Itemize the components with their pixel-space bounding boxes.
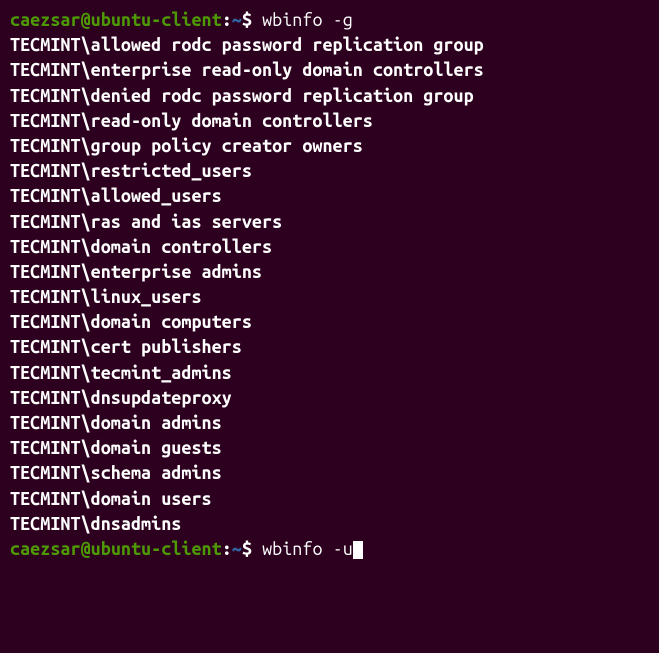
prompt-colon: : — [222, 10, 232, 30]
output-line: TECMINT\domain admins — [10, 411, 649, 436]
prompt-dollar: $ — [242, 539, 262, 559]
prompt-dollar: $ — [242, 10, 262, 30]
prompt-path: ~ — [232, 539, 242, 559]
output-line: TECMINT\enterprise admins — [10, 260, 649, 285]
prompt-line-1: caezsar@ubuntu-client:~$ wbinfo -g — [10, 8, 649, 33]
output-line: TECMINT\tecmint_admins — [10, 361, 649, 386]
prompt-userhost: caezsar@ubuntu-client — [10, 539, 222, 559]
output-line: TECMINT\restricted_users — [10, 159, 649, 184]
output-line: TECMINT\allowed rodc password replicatio… — [10, 33, 649, 58]
output-line: TECMINT\cert publishers — [10, 335, 649, 360]
output-line: TECMINT\ras and ias servers — [10, 210, 649, 235]
output-line: TECMINT\domain computers — [10, 310, 649, 335]
output-line: TECMINT\allowed_users — [10, 184, 649, 209]
output-line: TECMINT\domain guests — [10, 436, 649, 461]
output-line: TECMINT\dnsupdateproxy — [10, 386, 649, 411]
prompt-colon: : — [222, 539, 232, 559]
prompt-path: ~ — [232, 10, 242, 30]
output-line: TECMINT\linux_users — [10, 285, 649, 310]
prompt-userhost: caezsar@ubuntu-client — [10, 10, 222, 30]
prompt-line-2: caezsar@ubuntu-client:~$ wbinfo -u — [10, 537, 649, 562]
terminal-window[interactable]: caezsar@ubuntu-client:~$ wbinfo -g TECMI… — [10, 8, 649, 562]
output-line: TECMINT\domain users — [10, 487, 649, 512]
output-line: TECMINT\domain controllers — [10, 235, 649, 260]
output-line: TECMINT\denied rodc password replication… — [10, 84, 649, 109]
cursor-icon — [353, 541, 363, 559]
output-line: TECMINT\read-only domain controllers — [10, 109, 649, 134]
output-line: TECMINT\group policy creator owners — [10, 134, 649, 159]
output-line: TECMINT\enterprise read-only domain cont… — [10, 58, 649, 83]
command-2: wbinfo -u — [262, 539, 353, 559]
output-line: TECMINT\schema admins — [10, 461, 649, 486]
command-1: wbinfo -g — [262, 10, 353, 30]
output-line: TECMINT\dnsadmins — [10, 512, 649, 537]
